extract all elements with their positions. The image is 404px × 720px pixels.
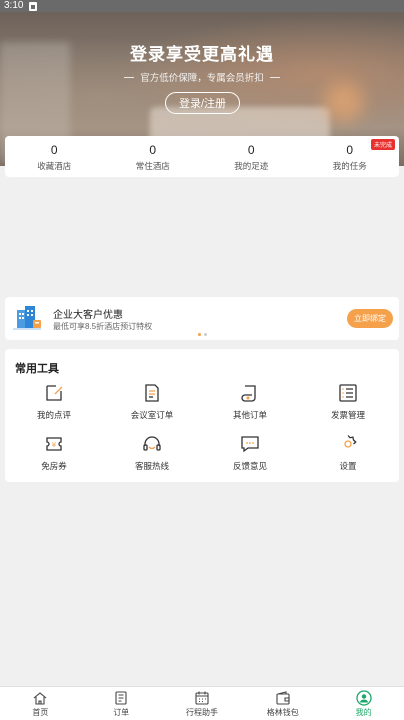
bind-now-button[interactable]: 立即绑定 [347, 309, 393, 328]
document-icon [145, 384, 159, 402]
promo-description: 最低可享8.5折酒店预订特权 [53, 322, 153, 331]
wallet-icon [276, 691, 290, 705]
status-time: 3:10 [4, 0, 24, 11]
tool-settings[interactable]: 设置 [299, 433, 397, 472]
home-icon [34, 692, 47, 705]
order-icon [115, 691, 127, 705]
tool-other-orders[interactable]: 其他订单 [201, 382, 299, 421]
bottom-tab-bar: 首页 订单 行程助手 格林钱包 我的 [0, 686, 404, 720]
tools-title: 常用工具 [15, 363, 59, 375]
common-tools-card: 常用工具 我的点评 会议室订单 其他订单 发票管理 ¥ 免房券 客服热线 反馈意… [5, 349, 399, 482]
tool-invoice-management[interactable]: 发票管理 [299, 382, 397, 421]
gear-icon [344, 435, 357, 448]
status-bar: 3:10 [0, 0, 404, 12]
tool-customer-hotline[interactable]: 客服热线 [103, 433, 201, 472]
edit-icon [46, 385, 63, 401]
sim-card-icon [29, 1, 38, 11]
stats-card: 0 收藏酒店 0 常住酒店 0 我的足迹 0 我的任务 未完成 [5, 136, 399, 177]
carousel-indicator [198, 333, 207, 336]
headset-icon [143, 436, 161, 451]
unfinished-badge: 未完成 [370, 139, 395, 150]
stat-frequent-hotels[interactable]: 0 常住酒店 [104, 136, 203, 177]
scroll-icon [241, 385, 256, 402]
list-icon [339, 384, 357, 402]
tool-free-room-coupon[interactable]: ¥ 免房券 [5, 433, 103, 472]
stat-favorite-hotels[interactable]: 0 收藏酒店 [5, 136, 104, 177]
building-icon [13, 306, 41, 330]
svg-text:¥: ¥ [52, 441, 57, 449]
calendar-icon [195, 691, 209, 705]
tab-wallet[interactable]: 格林钱包 [242, 687, 323, 720]
stat-my-footprints[interactable]: 0 我的足迹 [202, 136, 301, 177]
tool-my-reviews[interactable]: 我的点评 [5, 382, 103, 421]
hero-title: 登录享受更高礼遇 [130, 45, 274, 64]
hero-subtitle: 官方低价保障，专属会员折扣 [0, 70, 404, 84]
profile-icon [355, 690, 372, 706]
stat-my-tasks[interactable]: 0 我的任务 未完成 [301, 136, 400, 177]
coupon-icon: ¥ [46, 437, 62, 451]
promo-title: 企业大客户优惠 [53, 310, 123, 321]
tab-trip-assistant[interactable]: 行程助手 [162, 687, 243, 720]
chat-icon [241, 436, 259, 453]
tool-feedback[interactable]: 反馈意见 [201, 433, 299, 472]
tab-profile[interactable]: 我的 [323, 687, 404, 720]
login-register-button[interactable]: 登录/注册 [165, 92, 240, 114]
tab-orders[interactable]: 订单 [81, 687, 162, 720]
tool-meeting-room-orders[interactable]: 会议室订单 [103, 382, 201, 421]
tab-home[interactable]: 首页 [0, 687, 81, 720]
